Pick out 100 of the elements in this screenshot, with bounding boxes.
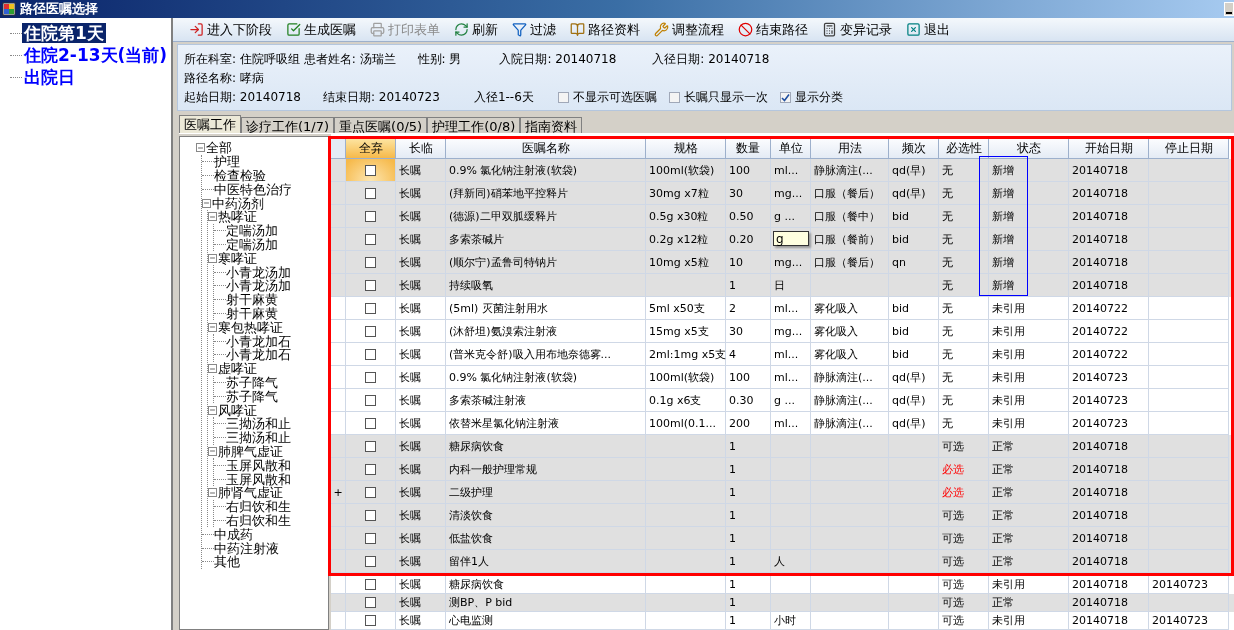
column-header[interactable]: 全弃 <box>346 139 396 159</box>
collapse-icon[interactable] <box>208 446 217 456</box>
table-row[interactable]: 长嘱 (顺尔宁)孟鲁司特钠片 10mg x5粒 10 mg... 口服（餐后） qn 无 新增 20140718 <box>331 251 1231 274</box>
checkbox[interactable] <box>365 579 376 590</box>
tab[interactable]: 重点医嘱(0/5) <box>334 117 428 133</box>
checkbox[interactable] <box>779 92 791 103</box>
table-row[interactable]: 长嘱 清淡饮食 1 可选 正常 20140718 <box>331 504 1231 527</box>
table-row[interactable]: 长嘱 0.9% 氯化钠注射液(软袋) 100ml(软袋) 100 ml... 静脉滴注(... qd(早) 无 新增 20140718 <box>331 159 1231 182</box>
tree-item[interactable]: 三拗汤和止 <box>226 431 291 445</box>
checkbox[interactable] <box>365 509 376 521</box>
checkbox[interactable] <box>365 463 376 475</box>
toolbar-button[interactable]: 生成医嘱 <box>284 20 358 39</box>
stage-item[interactable]: 住院第1天 <box>22 23 106 43</box>
checkbox[interactable] <box>365 302 376 314</box>
toolbar-button[interactable]: 刷新 <box>452 20 500 39</box>
tree-item[interactable]: 苏子降气 <box>226 375 278 389</box>
table-row[interactable]: 长嘱 多索茶碱片 0.2g x12粒 0.20 g 口服（餐前） bid 无 新增 20140718 <box>331 228 1231 251</box>
collapse-icon[interactable] <box>208 253 217 263</box>
tree-item[interactable]: 玉屏风散和 <box>226 458 291 472</box>
minimize-button[interactable] <box>1224 2 1234 16</box>
checkbox[interactable] <box>365 256 376 268</box>
stage-item[interactable]: 出院日 <box>22 67 77 87</box>
tab[interactable]: 医嘱工作 <box>179 115 241 133</box>
tab[interactable]: 指南资料 <box>520 117 583 133</box>
checkbox[interactable] <box>365 440 376 452</box>
table-row[interactable]: 长嘱 (沐舒坦)氨溴索注射液 15mg x5支 30 mg... 雾化吸入 bid 无 未引用 20140722 <box>331 320 1231 343</box>
column-header[interactable]: 停止日期 <box>1149 139 1229 159</box>
table-row[interactable]: 长嘱 内科一般护理常规 1 必选 正常 20140718 <box>331 458 1231 481</box>
checkbox[interactable] <box>365 371 376 383</box>
tree-item[interactable]: 苏子降气 <box>226 389 278 403</box>
tree-item[interactable]: 三拗汤和止 <box>226 417 291 431</box>
table-row[interactable]: + 长嘱 二级护理 1 必选 正常 20140718 <box>331 481 1231 504</box>
tree-item[interactable]: 其他 <box>214 555 240 569</box>
tree-item[interactable]: 寒包热哮证 <box>218 320 283 334</box>
collapse-icon[interactable] <box>208 405 217 415</box>
tree-item[interactable]: 小青龙加石 <box>226 334 291 348</box>
tree-item[interactable]: 右归饮和生 <box>226 500 291 514</box>
toolbar-button[interactable]: 退出 <box>904 20 952 39</box>
tree-item[interactable]: 小青龙汤加 <box>226 279 291 293</box>
table-row[interactable]: 长嘱 测BP、P bid 1 可选 正常 20140718 <box>331 594 1234 612</box>
tab[interactable]: 诊疗工作(1/7) <box>241 117 335 133</box>
table-row[interactable]: 长嘱 (5ml) 灭菌注射用水 5ml x50支 2 ml... 雾化吸入 bid 无 未引用 20140722 <box>331 297 1231 320</box>
tab[interactable]: 护理工作(0/8) <box>427 117 521 133</box>
column-header[interactable]: 长临 <box>396 139 446 159</box>
checkbox[interactable] <box>365 233 376 245</box>
checkbox[interactable] <box>365 210 376 222</box>
tree-item[interactable]: 中成药 <box>214 527 253 541</box>
column-header[interactable]: 状态 <box>989 139 1069 159</box>
toolbar-button[interactable]: 变异记录 <box>820 20 894 39</box>
checkbox[interactable] <box>365 279 376 291</box>
column-header[interactable]: 单位 <box>771 139 811 159</box>
checkbox[interactable] <box>365 597 376 608</box>
table-row[interactable]: 长嘱 留伴1人 1 人 可选 正常 20140718 <box>331 550 1231 573</box>
tree-item[interactable]: 射干麻黄 <box>226 306 278 320</box>
table-row[interactable]: 长嘱 (德源)二甲双胍缓释片 0.5g x30粒 0.50 g ... 口服（餐中） bid 无 新增 20140718 <box>331 205 1231 228</box>
table-row[interactable]: 长嘱 依替米星氯化钠注射液 100ml(0.1... 200 ml... 静脉滴注(... qd(早) 无 未引用 20140723 <box>331 412 1231 435</box>
checkbox[interactable] <box>365 394 376 406</box>
tree-item[interactable]: 热哮证 <box>218 210 257 224</box>
collapse-icon[interactable] <box>208 212 217 222</box>
tree-item[interactable]: 肺肾气虚证 <box>218 486 283 500</box>
collapse-icon[interactable] <box>208 488 217 498</box>
checkbox[interactable] <box>365 187 376 199</box>
toolbar-button[interactable]: 调整流程 <box>652 20 726 39</box>
tree-item[interactable]: 射干麻黄 <box>226 293 278 307</box>
collapse-icon[interactable] <box>196 143 205 153</box>
checkbox[interactable] <box>365 555 376 567</box>
table-row[interactable]: 长嘱 (普米克令舒)吸入用布地奈德雾... 2ml:1mg x5支 4 ml... 雾化吸入 bid 无 未引用 20140722 <box>331 343 1231 366</box>
collapse-icon[interactable] <box>208 364 217 374</box>
tree-item[interactable]: 风哮证 <box>218 403 257 417</box>
column-header[interactable]: 医嘱名称 <box>446 139 646 159</box>
tree-item[interactable]: 肺脾气虚证 <box>218 444 283 458</box>
tree-item[interactable]: 小青龙汤加 <box>226 265 291 279</box>
table-row[interactable]: 长嘱 0.9% 氯化钠注射液(软袋) 100ml(软袋) 100 ml... 静脉滴注(... qd(早) 无 未引用 20140723 <box>331 366 1231 389</box>
cell-editor[interactable]: g <box>773 231 809 246</box>
tree-item[interactable]: 中医特色治疗 <box>214 182 292 196</box>
checkbox[interactable] <box>365 615 376 626</box>
column-header[interactable]: 规格 <box>646 139 726 159</box>
tree-item[interactable]: 中药汤剂 <box>212 196 264 210</box>
column-header[interactable]: 开始日期 <box>1069 139 1149 159</box>
checkbox[interactable] <box>365 164 376 176</box>
tree-item[interactable]: 定喘汤加 <box>226 224 278 238</box>
toolbar-button[interactable]: 进入下阶段 <box>187 20 274 39</box>
tree-item[interactable]: 中药注射液 <box>214 541 279 555</box>
checkbox[interactable] <box>365 348 376 360</box>
checkbox[interactable] <box>557 92 569 103</box>
tree-item[interactable]: 寒哮证 <box>218 251 257 265</box>
checkbox[interactable] <box>365 417 376 429</box>
checkbox[interactable] <box>365 325 376 337</box>
tree-item[interactable]: 玉屏风散和 <box>226 472 291 486</box>
column-header[interactable]: 频次 <box>889 139 939 159</box>
tree-item[interactable]: 全部 <box>206 141 232 155</box>
tree-item[interactable]: 护理 <box>214 155 240 169</box>
toolbar-button[interactable]: 过滤 <box>510 20 558 39</box>
collapse-icon[interactable] <box>208 322 217 332</box>
toolbar-button[interactable]: 路径资料 <box>568 20 642 39</box>
column-header[interactable]: 数量 <box>726 139 771 159</box>
stage-item[interactable]: 住院2-13天(当前) <box>22 45 170 65</box>
table-row[interactable]: 长嘱 多索茶碱注射液 0.1g x6支 0.30 g ... 静脉滴注(... qd(早) 无 未引用 20140723 <box>331 389 1231 412</box>
checkbox[interactable] <box>668 92 680 103</box>
table-row[interactable]: 长嘱 糖尿病饮食 1 可选 正常 20140718 <box>331 435 1231 458</box>
